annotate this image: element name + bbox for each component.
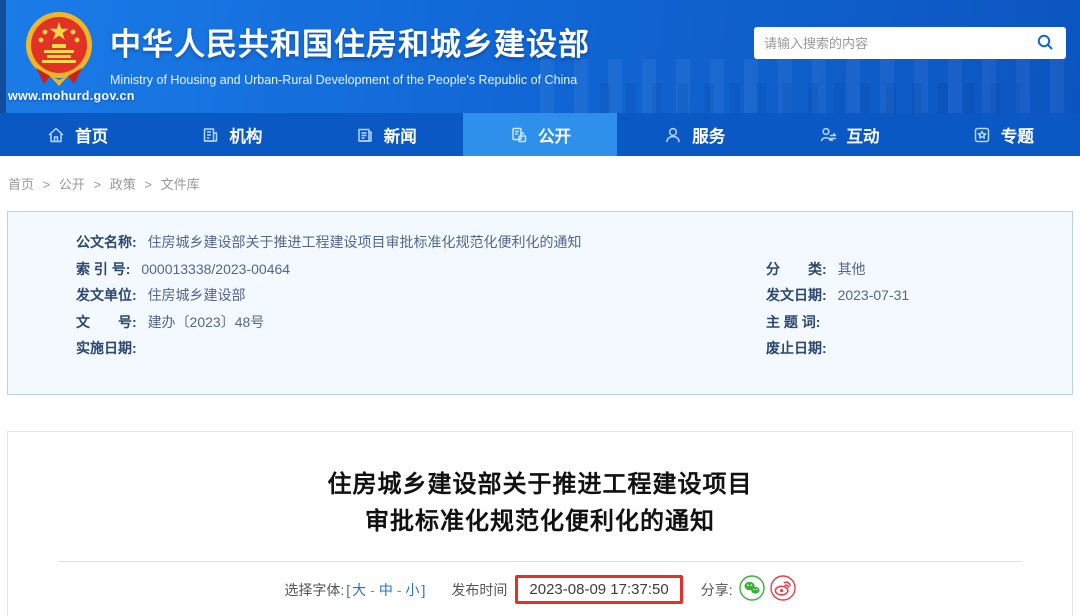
site-title-english: Ministry of Housing and Urban-Rural Deve… — [110, 73, 578, 87]
breadcrumb-separator: > — [42, 177, 51, 192]
info-label: 索 引 号: — [76, 260, 131, 277]
nav-item-services[interactable]: 服务 — [617, 113, 771, 156]
breadcrumb: 首页 > 公开 > 政策 > 文件库 — [0, 156, 1080, 211]
font-size-medium-link[interactable]: 中 — [379, 580, 393, 600]
share-weibo-button[interactable] — [769, 575, 796, 604]
nav-label: 首页 — [75, 127, 109, 146]
info-row-category: 分 类: 其他 — [766, 256, 1072, 283]
info-value: 建办〔2023〕48号 — [147, 313, 265, 330]
info-row-document-name: 公文名称: 住房城乡建设部关于推进工程建设项目审批标准化规范化便利化的通知 — [76, 229, 1072, 256]
info-row-issue-date: 发文日期: 2023-07-31 — [766, 282, 1072, 309]
breadcrumb-separator: > — [93, 177, 102, 192]
info-value: 000013338/2023-00464 — [141, 260, 291, 277]
info-value: 其他 — [837, 260, 866, 277]
header-edge-decoration — [0, 0, 6, 113]
nav-item-home[interactable]: 首页 — [0, 113, 154, 156]
news-icon — [355, 125, 375, 145]
info-row-index-number: 索 引 号: 000013338/2023-00464 — [76, 256, 766, 283]
info-label: 分 类: — [766, 260, 827, 277]
publish-time-value-highlighted: 2023-08-09 17:37:50 — [515, 575, 683, 604]
article-title-line2: 审批标准化规范化便利化的通知 — [365, 508, 715, 535]
breadcrumb-home[interactable]: 首页 — [8, 177, 34, 192]
info-label: 发文日期: — [766, 287, 827, 303]
breadcrumb-separator: > — [144, 177, 152, 192]
nav-item-news[interactable]: 新闻 — [309, 113, 463, 156]
article-title: 住房城乡建设部关于推进工程建设项目 审批标准化规范化便利化的通知 — [8, 466, 1072, 540]
font-selector-label: 选择字体: — [284, 581, 345, 598]
site-title-chinese: 中华人民共和国住房和城乡建设部 — [110, 27, 590, 62]
nav-item-disclosure[interactable]: 公开 — [462, 113, 618, 156]
disclosure-icon — [509, 125, 529, 145]
title-separator-line — [58, 561, 1022, 562]
weibo-icon — [769, 575, 796, 604]
info-value: 住房城乡建设部 — [147, 287, 246, 303]
national-emblem-logo — [22, 10, 96, 86]
dash-separator: - — [370, 581, 375, 598]
nav-item-topics[interactable]: 专题 — [926, 113, 1080, 156]
share-wechat-button[interactable] — [738, 575, 765, 604]
search-bar — [754, 27, 1066, 59]
info-label: 主 题 词: — [766, 313, 821, 330]
breadcrumb-policy[interactable]: 政策 — [110, 177, 136, 192]
breadcrumb-document-library: 文件库 — [160, 177, 200, 192]
font-size-selector: 选择字体: [ 大 - 中 - 小 ] — [284, 580, 427, 600]
nav-label: 服务 — [692, 127, 726, 146]
main-navigation: 首页 机构 新闻 公开 服务 互动 专题 — [0, 113, 1080, 156]
info-row-repeal-date: 废止日期: — [766, 335, 1072, 362]
nav-label: 专题 — [1000, 127, 1034, 146]
building-watermark-shadow — [600, 83, 1020, 113]
info-label: 实施日期: — [76, 340, 137, 356]
home-icon — [46, 125, 66, 145]
article-meta-bar: 选择字体: [ 大 - 中 - 小 ] 发布时间 2023-08-09 17:3… — [8, 575, 1072, 604]
share-icon-group — [738, 575, 796, 604]
info-label: 文 号: — [76, 313, 137, 330]
article-title-line1: 住房城乡建设部关于推进工程建设项目 — [327, 471, 753, 498]
document-info-box: 公文名称: 住房城乡建设部关于推进工程建设项目审批标准化规范化便利化的通知 索 … — [7, 211, 1073, 395]
nav-item-interaction[interactable]: 互动 — [771, 113, 925, 156]
info-label: 废止日期: — [766, 340, 827, 356]
info-row-subject-words: 主 题 词: — [766, 309, 1072, 336]
organization-icon — [200, 125, 220, 145]
site-url: www.mohurd.gov.cn — [8, 89, 135, 103]
info-label: 公文名称: — [76, 234, 137, 250]
bracket-close: ] — [421, 581, 426, 598]
article-content-box: 住房城乡建设部关于推进工程建设项目 审批标准化规范化便利化的通知 选择字体: [… — [7, 431, 1073, 616]
share-label: 分享: — [700, 581, 733, 598]
wechat-icon — [738, 575, 765, 604]
site-header: www.mohurd.gov.cn 中华人民共和国住房和城乡建设部 Minist… — [0, 0, 1080, 113]
info-row-document-number: 文 号: 建办〔2023〕48号 — [76, 309, 766, 336]
search-icon — [1036, 33, 1054, 54]
info-value: 住房城乡建设部关于推进工程建设项目审批标准化规范化便利化的通知 — [147, 234, 582, 250]
info-value: 2023-07-31 — [837, 287, 910, 303]
search-input[interactable] — [764, 35, 1034, 51]
font-size-small-link[interactable]: 小 — [406, 580, 420, 600]
search-button[interactable] — [1034, 31, 1056, 56]
interaction-icon — [818, 125, 838, 145]
nav-item-organization[interactable]: 机构 — [154, 113, 308, 156]
topics-icon — [972, 125, 992, 145]
nav-label: 公开 — [537, 127, 571, 146]
breadcrumb-disclosure[interactable]: 公开 — [59, 177, 85, 192]
dash-separator: - — [396, 581, 402, 598]
info-row-issuing-unit: 发文单位: 住房城乡建设部 — [76, 282, 766, 309]
bracket-open: [ — [346, 581, 351, 598]
nav-label: 机构 — [229, 127, 263, 146]
services-icon — [663, 125, 683, 145]
nav-label: 互动 — [846, 127, 880, 146]
font-size-large-link[interactable]: 大 — [352, 580, 366, 600]
mohurd-webpage: www.mohurd.gov.cn 中华人民共和国住房和城乡建设部 Minist… — [0, 0, 1080, 616]
nav-label: 新闻 — [383, 127, 417, 146]
info-row-implementation-date: 实施日期: — [76, 335, 766, 362]
publish-time-label: 发布时间 — [451, 581, 508, 598]
info-label: 发文单位: — [76, 287, 137, 303]
